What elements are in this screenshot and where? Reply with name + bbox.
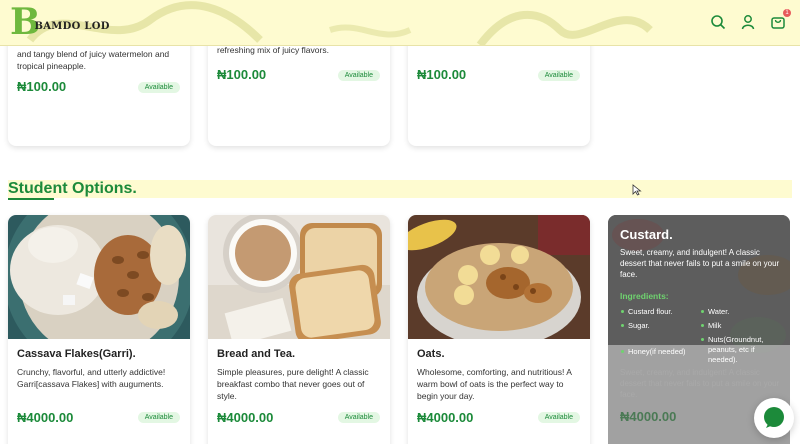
product-price-faded: ₦4000.00 [620, 409, 677, 424]
product-name: Custard. [620, 227, 673, 242]
availability-badge: Available [337, 412, 380, 423]
cart-icon[interactable]: 1 [770, 9, 791, 30]
oats-image [408, 215, 590, 339]
product-card[interactable]: Bread and Tea. Simple pleasures, pure de… [208, 215, 390, 444]
section-title: Student Options. [8, 180, 137, 197]
bread-and-tea-image [208, 215, 390, 339]
ingredients-label: Ingredients: [620, 291, 669, 301]
product-description: and tangy blend of juicy watermelon and … [17, 49, 170, 71]
chat-button[interactable] [754, 398, 794, 438]
logo-text: BAMDO LOD [34, 20, 110, 32]
product-price: ₦100.00 [417, 67, 467, 82]
availability-badge: Available [137, 82, 180, 93]
product-card[interactable]: Oats. Wholesome, comforting, and nutriti… [408, 215, 590, 444]
header: B BAMDO LOD 1 [0, 0, 800, 46]
availability-badge: Available [537, 412, 580, 423]
product-price: ₦4000.00 [217, 410, 274, 425]
product-description: Sweet, creamy, and indulgent! A classic … [620, 248, 780, 279]
cart-count-badge: 1 [783, 9, 791, 17]
ingredient-item: Honey(if needed) [621, 347, 686, 356]
user-icon[interactable] [740, 14, 756, 30]
product-name: Bread and Tea. [217, 348, 296, 360]
product-card[interactable]: Cassava Flakes(Garri). Crunchy, flavorfu… [8, 215, 190, 444]
product-description: Simple pleasures, pure delight! A classi… [217, 367, 369, 401]
product-price: ₦4000.00 [17, 410, 74, 425]
product-description: Wholesome, comforting, and nutritious! A… [417, 367, 572, 401]
product-description-faded: Sweet, creamy, and indulgent! A classic … [620, 368, 780, 399]
section-title-underline [8, 198, 54, 200]
ingredient-item: Sugar. [621, 321, 650, 330]
search-icon[interactable] [710, 14, 726, 30]
ingredient-item: Nuts(Groundnut, peanuts, etc if needed). [701, 335, 778, 365]
product-price: ₦100.00 [217, 67, 267, 82]
mouse-cursor-icon [632, 184, 642, 196]
chat-bubble-icon [764, 407, 784, 428]
ingredient-item: Milk [700, 321, 722, 330]
product-name: Oats. [417, 348, 445, 360]
ingredient-item: Custard flour. [621, 307, 673, 316]
ingredient-item: Water. [700, 307, 730, 316]
product-price: ₦100.00 [17, 79, 67, 94]
availability-badge: Available [137, 412, 180, 423]
product-price: ₦4000.00 [417, 410, 474, 425]
garri-image [8, 215, 190, 339]
header-swirl-decoration [26, 1, 653, 45]
product-description: Crunchy, flavorful, and utterly addictiv… [17, 367, 166, 389]
availability-badge: Available [337, 70, 380, 81]
logo[interactable]: B BAMDO LOD [10, 4, 110, 40]
availability-badge: Available [537, 70, 580, 81]
product-name: Cassava Flakes(Garri). [17, 348, 136, 360]
